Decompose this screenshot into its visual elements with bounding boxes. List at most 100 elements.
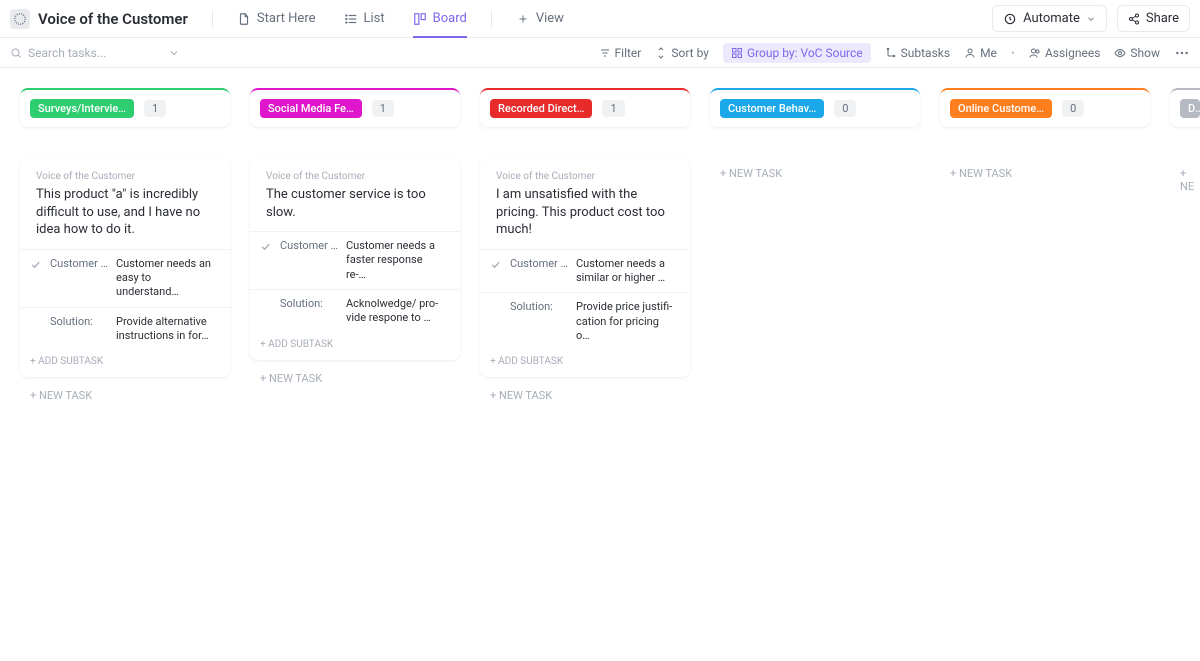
add-subtask-button[interactable]: + ADD SUBTASK bbox=[480, 350, 690, 371]
subtasks-label: Subtasks bbox=[901, 46, 950, 60]
divider bbox=[491, 10, 492, 28]
search-icon bbox=[10, 47, 22, 59]
column-count: 0 bbox=[1062, 100, 1084, 117]
add-subtask-button[interactable]: + ADD SUBTASK bbox=[20, 350, 230, 371]
tab-label: View bbox=[536, 11, 564, 26]
share-button[interactable]: Share bbox=[1117, 5, 1190, 32]
card-title: This product "a" is incredibly difficult… bbox=[20, 186, 230, 249]
new-task-button[interactable]: + NE bbox=[1170, 157, 1200, 203]
new-task-button[interactable]: + NEW TASK bbox=[480, 377, 690, 414]
subtask-value: Provide alternative instructions in for… bbox=[116, 315, 214, 344]
column-header[interactable]: Recorded Direct… 1 bbox=[480, 88, 690, 127]
sort-icon bbox=[655, 47, 667, 59]
header-right: Automate Share bbox=[992, 5, 1190, 32]
app-header: Voice of the Customer Start Here List Bo… bbox=[0, 0, 1200, 38]
sort-label: Sort by bbox=[671, 46, 709, 60]
subtask-label: Solution: bbox=[510, 300, 568, 313]
board-column: Surveys/Intervie…1 Voice of the Customer T… bbox=[20, 88, 230, 414]
board-icon bbox=[413, 12, 427, 26]
doc-icon bbox=[237, 12, 251, 26]
app-title: Voice of the Customer bbox=[38, 10, 188, 28]
card-title: The customer service is too slow. bbox=[250, 186, 460, 231]
subtask-row[interactable]: Solution: Provide price justifi-cation fo… bbox=[480, 292, 690, 350]
new-task-button[interactable]: + NEW TASK bbox=[940, 157, 1150, 190]
group-by-chip[interactable]: Group by: VoC Source bbox=[723, 43, 871, 63]
filter-button[interactable]: Filter bbox=[599, 46, 642, 60]
toolbar: Filter Sort by Group by: VoC Source Subt… bbox=[0, 38, 1200, 68]
column-count: 1 bbox=[602, 100, 624, 117]
board-area: Surveys/Intervie…1 Voice of the Customer T… bbox=[0, 68, 1200, 434]
check-icon bbox=[490, 259, 502, 270]
task-card[interactable]: Voice of the Customer The customer servic… bbox=[250, 159, 460, 360]
automate-button[interactable]: Automate bbox=[992, 5, 1107, 32]
me-button[interactable]: Me bbox=[964, 46, 997, 60]
column-tag: Customer Behav… bbox=[720, 99, 824, 118]
subtasks-button[interactable]: Subtasks bbox=[885, 46, 950, 60]
show-button[interactable]: Show bbox=[1114, 46, 1160, 60]
subtask-label: Solution: bbox=[280, 297, 338, 310]
filter-label: Filter bbox=[615, 46, 642, 60]
new-task-button[interactable]: + NEW TASK bbox=[250, 360, 460, 397]
user-icon bbox=[964, 47, 976, 59]
plus-icon bbox=[516, 12, 530, 26]
assignees-button[interactable]: Assignees bbox=[1029, 46, 1100, 60]
column-count: 1 bbox=[372, 100, 394, 117]
chevron-down-icon[interactable] bbox=[168, 47, 180, 59]
tab-label: Start Here bbox=[257, 11, 316, 26]
column-tag: Online Custome… bbox=[950, 99, 1052, 118]
subtask-value: Customer needs an easy to understand… bbox=[116, 257, 214, 300]
chevron-down-icon bbox=[1086, 14, 1096, 24]
tab-add-view[interactable]: View bbox=[506, 0, 574, 38]
subtask-value: Provide price justifi-cation for pricing… bbox=[576, 300, 674, 343]
board-column: Online Custome… 0 + NEW TASK bbox=[940, 88, 1150, 190]
group-label: Group by: VoC Source bbox=[747, 46, 863, 60]
filter-icon bbox=[599, 47, 611, 59]
subtask-row[interactable]: Solution:Acknolwedge/ pro-vide respone t… bbox=[250, 289, 460, 333]
card-breadcrumb: Voice of the Customer bbox=[20, 171, 230, 182]
dot-separator: • bbox=[1011, 46, 1015, 60]
list-icon bbox=[344, 12, 358, 26]
share-label: Share bbox=[1146, 11, 1179, 26]
task-card[interactable]: Voice of the CustomerI am unsatisfied wi… bbox=[480, 159, 690, 377]
subtasks-icon bbox=[885, 47, 897, 59]
board-column: Recorded Direct… 1 Voice of the CustomerI … bbox=[480, 88, 690, 414]
subtask-label: Solution: bbox=[50, 315, 108, 328]
sort-button[interactable]: Sort by bbox=[655, 46, 709, 60]
subtask-row[interactable]: Solution: Provide alternative instruction… bbox=[20, 307, 230, 351]
search-input[interactable] bbox=[28, 46, 158, 60]
card-breadcrumb: Voice of the Customer bbox=[250, 171, 460, 182]
column-header[interactable]: Dir bbox=[1170, 88, 1200, 127]
group-icon bbox=[731, 47, 743, 59]
app-icon[interactable] bbox=[10, 9, 30, 29]
column-header[interactable]: Customer Behav… 0 bbox=[710, 88, 920, 127]
column-count: 0 bbox=[834, 100, 856, 117]
check-icon bbox=[260, 241, 272, 252]
subtask-label: Customer … bbox=[50, 257, 108, 270]
subtask-row[interactable]: Customer … Customer needs an easy to unde… bbox=[20, 249, 230, 307]
subtask-row[interactable]: Customer …Customer needs a similar or hi… bbox=[480, 249, 690, 293]
column-header[interactable]: Social Media Fe… 1 bbox=[250, 88, 460, 127]
more-button[interactable] bbox=[1174, 45, 1190, 61]
board-column: Customer Behav… 0 + NEW TASK bbox=[710, 88, 920, 190]
subtask-value: Customer needs a similar or higher … bbox=[576, 257, 674, 286]
assignees-label: Assignees bbox=[1045, 46, 1100, 60]
new-task-button[interactable]: + NEW TASK bbox=[20, 377, 230, 414]
column-header[interactable]: Surveys/Intervie…1 bbox=[20, 88, 230, 127]
tab-label: List bbox=[364, 11, 385, 26]
share-icon bbox=[1128, 13, 1140, 25]
tab-start-here[interactable]: Start Here bbox=[227, 0, 326, 38]
column-header[interactable]: Online Custome… 0 bbox=[940, 88, 1150, 127]
column-tag: Dir bbox=[1180, 99, 1200, 118]
tab-list[interactable]: List bbox=[334, 0, 395, 38]
tab-board[interactable]: Board bbox=[403, 0, 477, 38]
search-box[interactable] bbox=[10, 46, 180, 60]
new-task-button[interactable]: + NEW TASK bbox=[710, 157, 920, 190]
check-icon bbox=[30, 259, 42, 270]
column-tag: Social Media Fe… bbox=[260, 99, 362, 118]
board-column: Dir + NE bbox=[1170, 88, 1200, 203]
column-tag: Recorded Direct… bbox=[490, 99, 592, 118]
card-breadcrumb: Voice of the Customer bbox=[480, 171, 690, 182]
add-subtask-button[interactable]: + ADD SUBTASK bbox=[250, 333, 460, 354]
task-card[interactable]: Voice of the Customer This product "a" is… bbox=[20, 159, 230, 377]
subtask-row[interactable]: Customer …Customer needs a faster respon… bbox=[250, 231, 460, 289]
